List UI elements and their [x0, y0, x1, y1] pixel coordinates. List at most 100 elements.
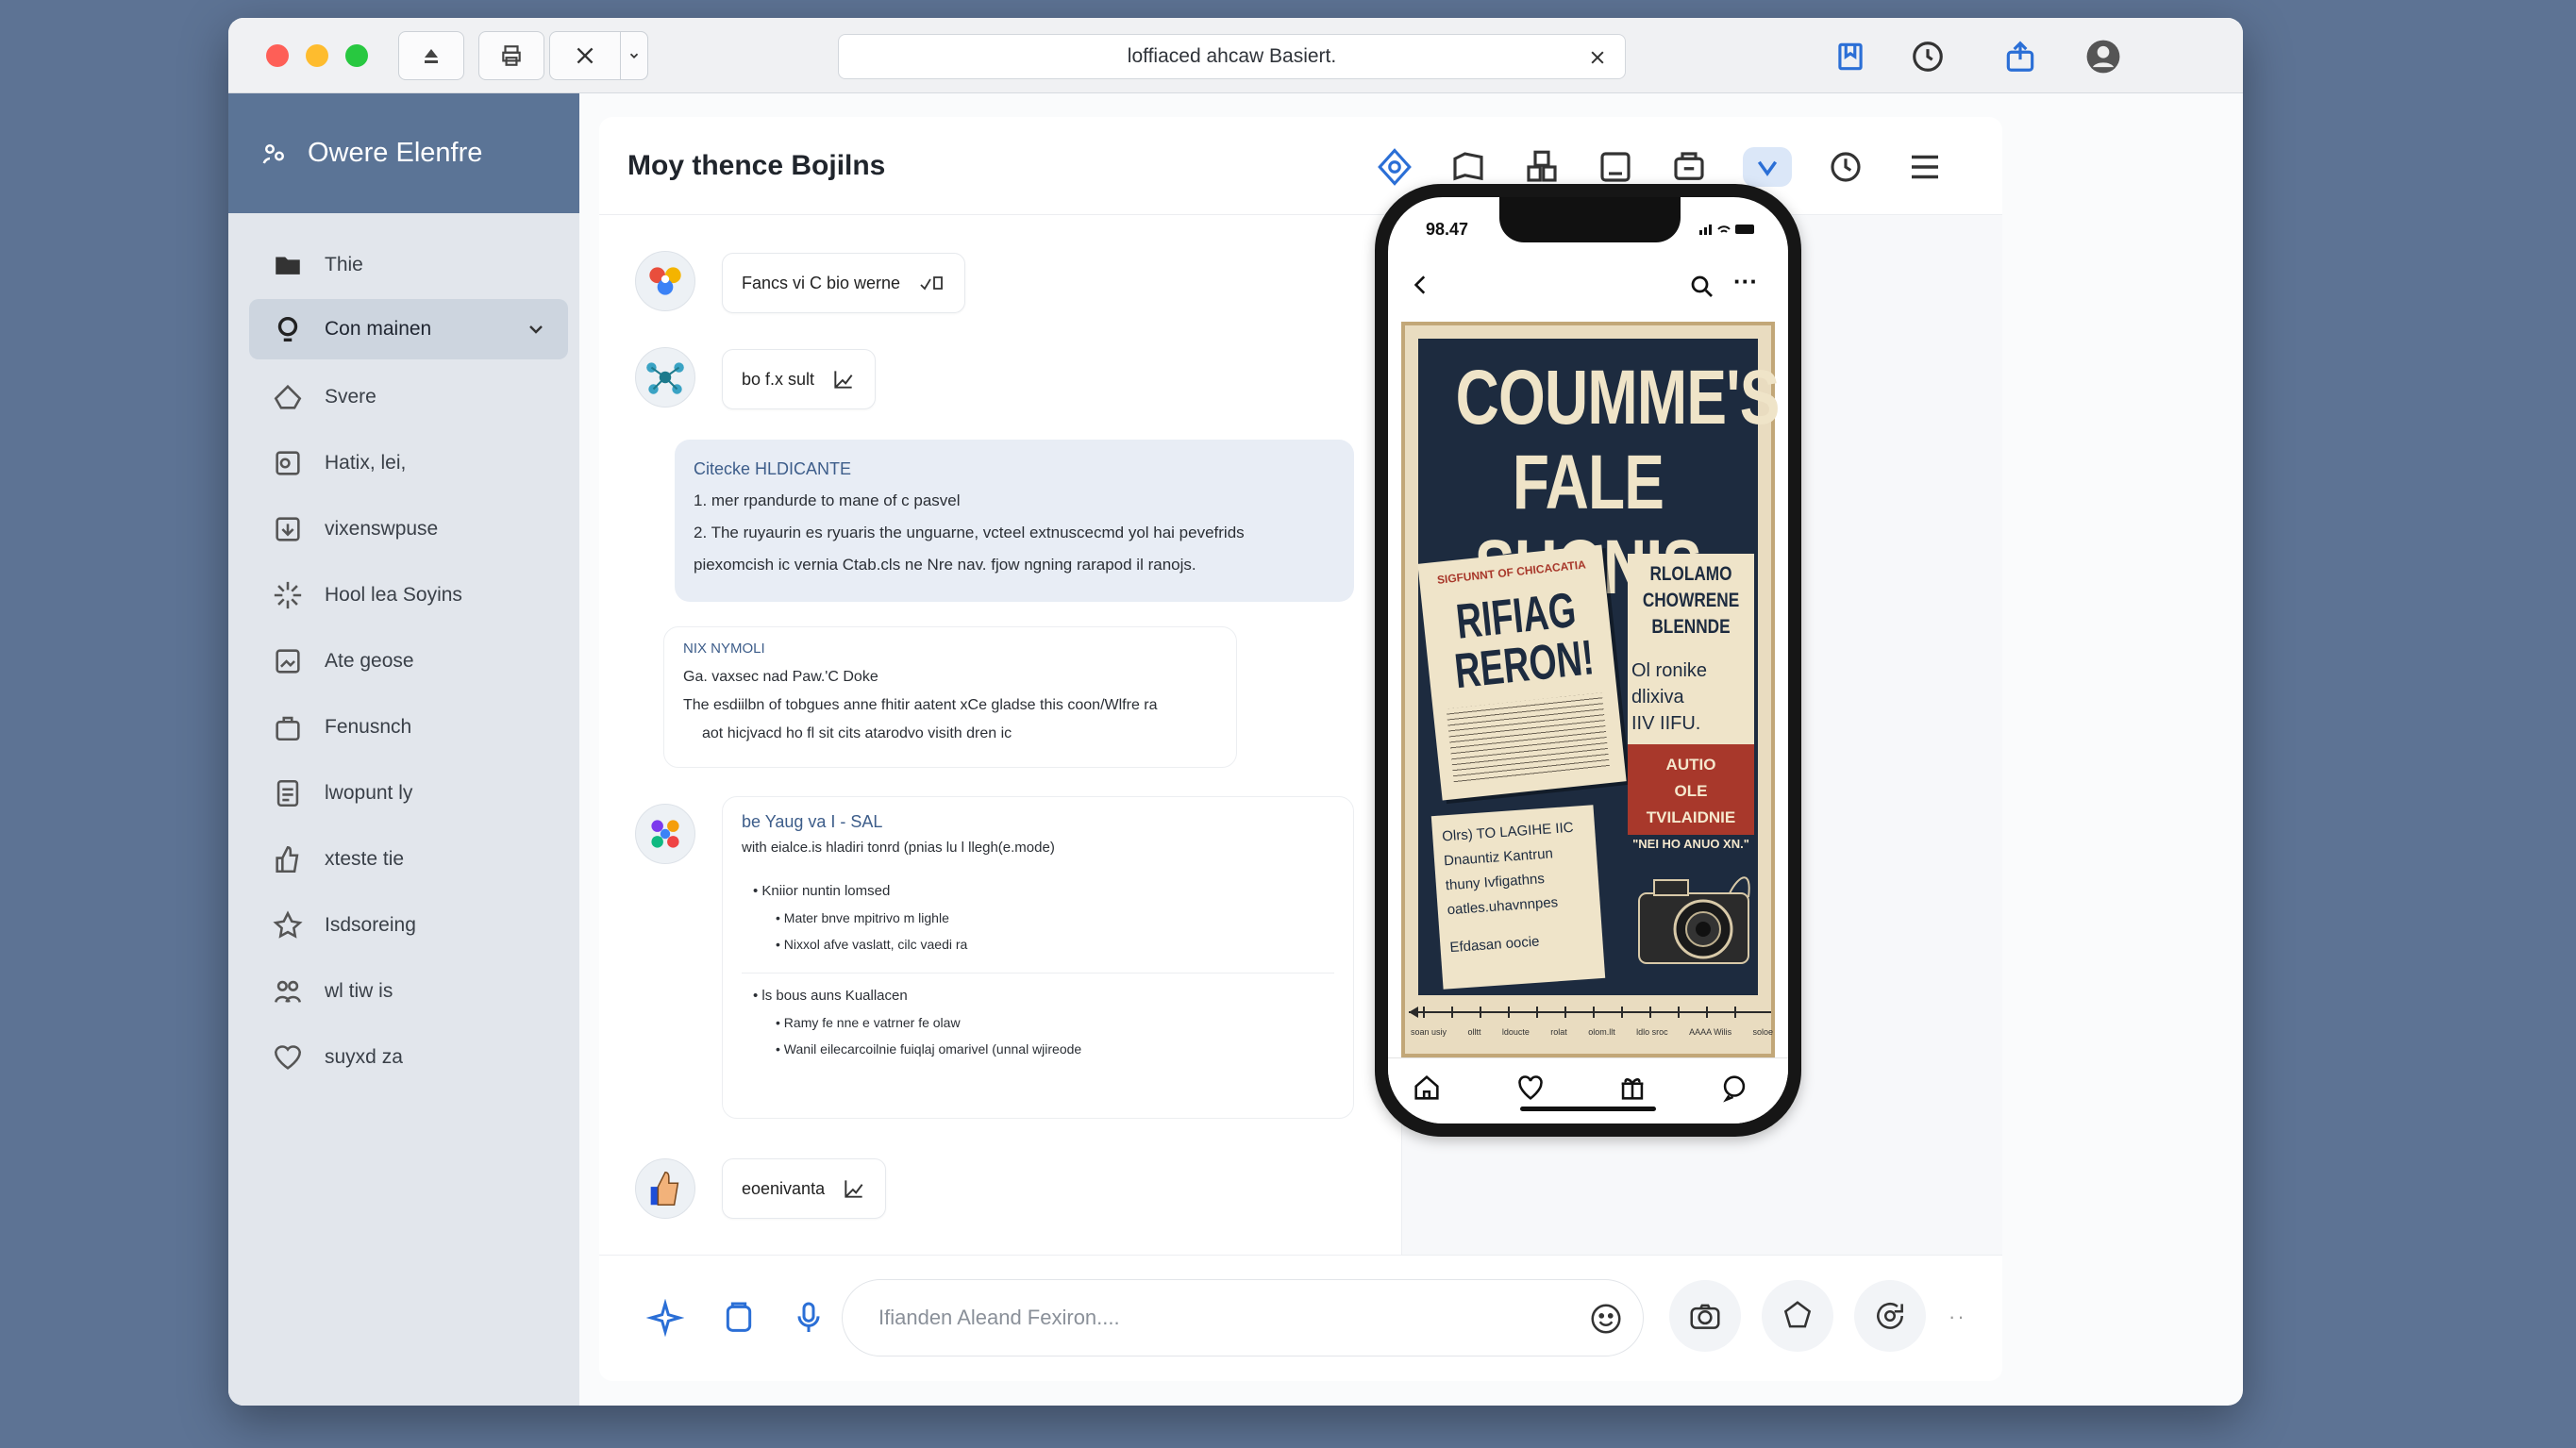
timeline-label: ldlo sroc	[1636, 1027, 1668, 1037]
camera-icon	[1690, 1304, 1720, 1329]
print-button[interactable]	[478, 31, 544, 80]
heart-icon	[274, 1045, 302, 1070]
avatar	[635, 347, 695, 408]
sidebar-item-7[interactable]: Fenusnch	[249, 697, 568, 757]
close-icon	[1591, 51, 1604, 64]
document-icon	[276, 779, 299, 807]
sidebar-item-12[interactable]: suyxd za	[249, 1027, 568, 1088]
sidebar-item-label: suyxd za	[325, 1046, 403, 1068]
timeline-label: soan usiy	[1411, 1027, 1447, 1037]
tablet-icon[interactable]	[1596, 147, 1635, 187]
eject-button[interactable]	[398, 31, 464, 80]
shape-button[interactable]	[1762, 1280, 1833, 1352]
menu-icon[interactable]	[1905, 147, 1945, 187]
poster-image: COUMME'SFALE SHONIS SIGFUNNT OF CHICACAT…	[1401, 322, 1781, 1057]
message-text: eoenivanta	[742, 1178, 826, 1198]
refresh-button[interactable]	[1854, 1280, 1926, 1352]
sidebar-title: Owere Elenfre	[308, 138, 483, 168]
chart-icon[interactable]	[842, 1176, 866, 1201]
list-item-text: Nixxol afve vaslatt, cilc vaedi ra	[783, 937, 968, 952]
sidebar-item-label: Svere	[325, 386, 376, 408]
poster-title-line1: COUMME'S	[1455, 355, 1781, 441]
heart-icon[interactable]	[1514, 1072, 1547, 1104]
bookmark-icon[interactable]	[1832, 39, 1868, 75]
sidebar-item-2[interactable]: Svere	[249, 367, 568, 427]
list-head: • ls bous auns Kuallacen	[753, 988, 908, 1004]
sidebar-item-9[interactable]: xteste tie	[249, 829, 568, 890]
avatar-icon[interactable]	[2085, 39, 2121, 75]
list-group: • ls bous auns Kuallacen • Ramy fe nne e…	[742, 983, 1334, 1062]
card-line: The esdiilbn of tobgues anne fhitir aate…	[683, 697, 1158, 713]
message-text: Fancs vi C bio werne	[742, 273, 901, 292]
gift-icon[interactable]	[1616, 1072, 1648, 1104]
sidebar-item-8[interactable]: lwopunt ly	[249, 763, 568, 824]
sidebar-item-0[interactable]: Thie	[249, 235, 568, 295]
sidebar-item-5[interactable]: Hool lea Soyins	[249, 565, 568, 625]
chart-icon[interactable]	[831, 367, 856, 391]
sidebar-item-10[interactable]: Isdsoreing	[249, 895, 568, 956]
panel-header: Moy thence Bojilns	[599, 117, 2002, 215]
side-panel-line: Ol ronike	[1631, 660, 1708, 681]
sidebar-item-label: Thie	[325, 254, 363, 275]
note-card: NIX NYMOLI Ga. vaxsec nad Paw.'C Doke Th…	[663, 626, 1237, 768]
history-icon[interactable]	[1826, 147, 1865, 187]
note-text: Olrs) TO LAGIHE IIC Dnauntiz Kantrun thuny…	[1441, 814, 1601, 960]
sidebar-item-6[interactable]: Ate geose	[249, 631, 568, 691]
camera-button[interactable]	[1669, 1280, 1741, 1352]
sidebar-item-11[interactable]: wl tiw is	[249, 961, 568, 1022]
eject-icon	[425, 49, 438, 63]
star-icon	[273, 910, 303, 939]
page-title: Moy thence Bojilns	[627, 149, 886, 181]
flag-icon[interactable]	[1448, 147, 1488, 187]
red-block-line: AUTIO	[1665, 756, 1716, 774]
maximize-window-button[interactable]	[345, 44, 368, 67]
print-icon[interactable]	[1669, 147, 1709, 187]
microphone-icon[interactable]	[790, 1299, 828, 1337]
sparkle-icon	[274, 581, 302, 609]
search-icon[interactable]	[1688, 273, 1716, 301]
list-item-text: Wanil eilecarcoilnie fuiqlaj omarivel (u…	[783, 1041, 1082, 1057]
sidebar-item-4[interactable]: vixenswpuse	[249, 499, 568, 559]
grid-icon[interactable]	[1522, 147, 1562, 187]
card-line: 2. The ruyaurin es ryuaris the unguarne,…	[694, 524, 1245, 541]
more-icon[interactable]: ···	[1733, 267, 1758, 296]
clear-address-button[interactable]	[1583, 43, 1612, 72]
more-options-icon[interactable]: ··	[1949, 1305, 1966, 1329]
back-icon[interactable]	[1409, 273, 1433, 297]
minimize-window-button[interactable]	[306, 44, 328, 67]
timeline-label: ldoucte	[1501, 1027, 1530, 1037]
list-item: • Wanil eilecarcoilnie fuiqlaj omarivel …	[776, 1041, 1082, 1057]
sparkle-icon[interactable]	[646, 1299, 684, 1337]
title-bar: loffiaced ahcaw Basiert.	[228, 18, 2243, 93]
home-icon[interactable]	[1411, 1072, 1443, 1104]
note-line: Efdasan oocie	[1448, 933, 1541, 957]
flower-avatar-icon	[651, 820, 679, 848]
emoji-icon[interactable]	[1588, 1301, 1624, 1337]
camera-illustration	[1638, 876, 1750, 964]
address-bar[interactable]: loffiaced ahcaw Basiert.	[838, 34, 1626, 79]
message-text: bo f.x sult	[742, 369, 815, 389]
home-indicator	[1520, 1107, 1656, 1111]
detail-card: be Yaug va I - SAL with eialce.is hladir…	[722, 796, 1354, 1119]
card-line: Ga. vaxsec nad Paw.'C Doke	[683, 669, 878, 685]
chevron-down-icon[interactable]	[1743, 147, 1792, 187]
card-title: be Yaug va I - SAL	[742, 812, 883, 831]
close-window-button[interactable]	[266, 44, 289, 67]
clock-icon[interactable]	[1910, 39, 1946, 75]
edit-icon[interactable]	[917, 272, 945, 294]
list-item-text: Mater bnve mpitrivo m lighle	[783, 910, 949, 925]
side-panel-heading: RLOLAMO CHOWRENE BLENNDE	[1639, 561, 1743, 641]
history-dropdown[interactable]	[620, 31, 648, 80]
sidebar-item-1[interactable]: Con mainen	[249, 299, 568, 359]
share-icon[interactable]	[2002, 39, 2038, 75]
sidebar-item-3[interactable]: Hatix, lei,	[249, 433, 568, 493]
copy-icon[interactable]	[720, 1299, 758, 1337]
chat-icon[interactable]	[1718, 1072, 1750, 1104]
side-panel-body: Ol ronike dlixiva IIV IIFU.	[1631, 657, 1726, 737]
avatar	[635, 804, 695, 864]
message-input[interactable]: Ifianden Aleand Fexiron....	[842, 1279, 1644, 1356]
list-head-text: ls bous auns Kuallacen	[761, 988, 908, 1004]
target-icon[interactable]	[1375, 147, 1414, 187]
dynamic-island	[1499, 197, 1681, 242]
card-subtitle: with eialce.is hladiri tonrd (pnias lu l…	[742, 840, 1055, 856]
